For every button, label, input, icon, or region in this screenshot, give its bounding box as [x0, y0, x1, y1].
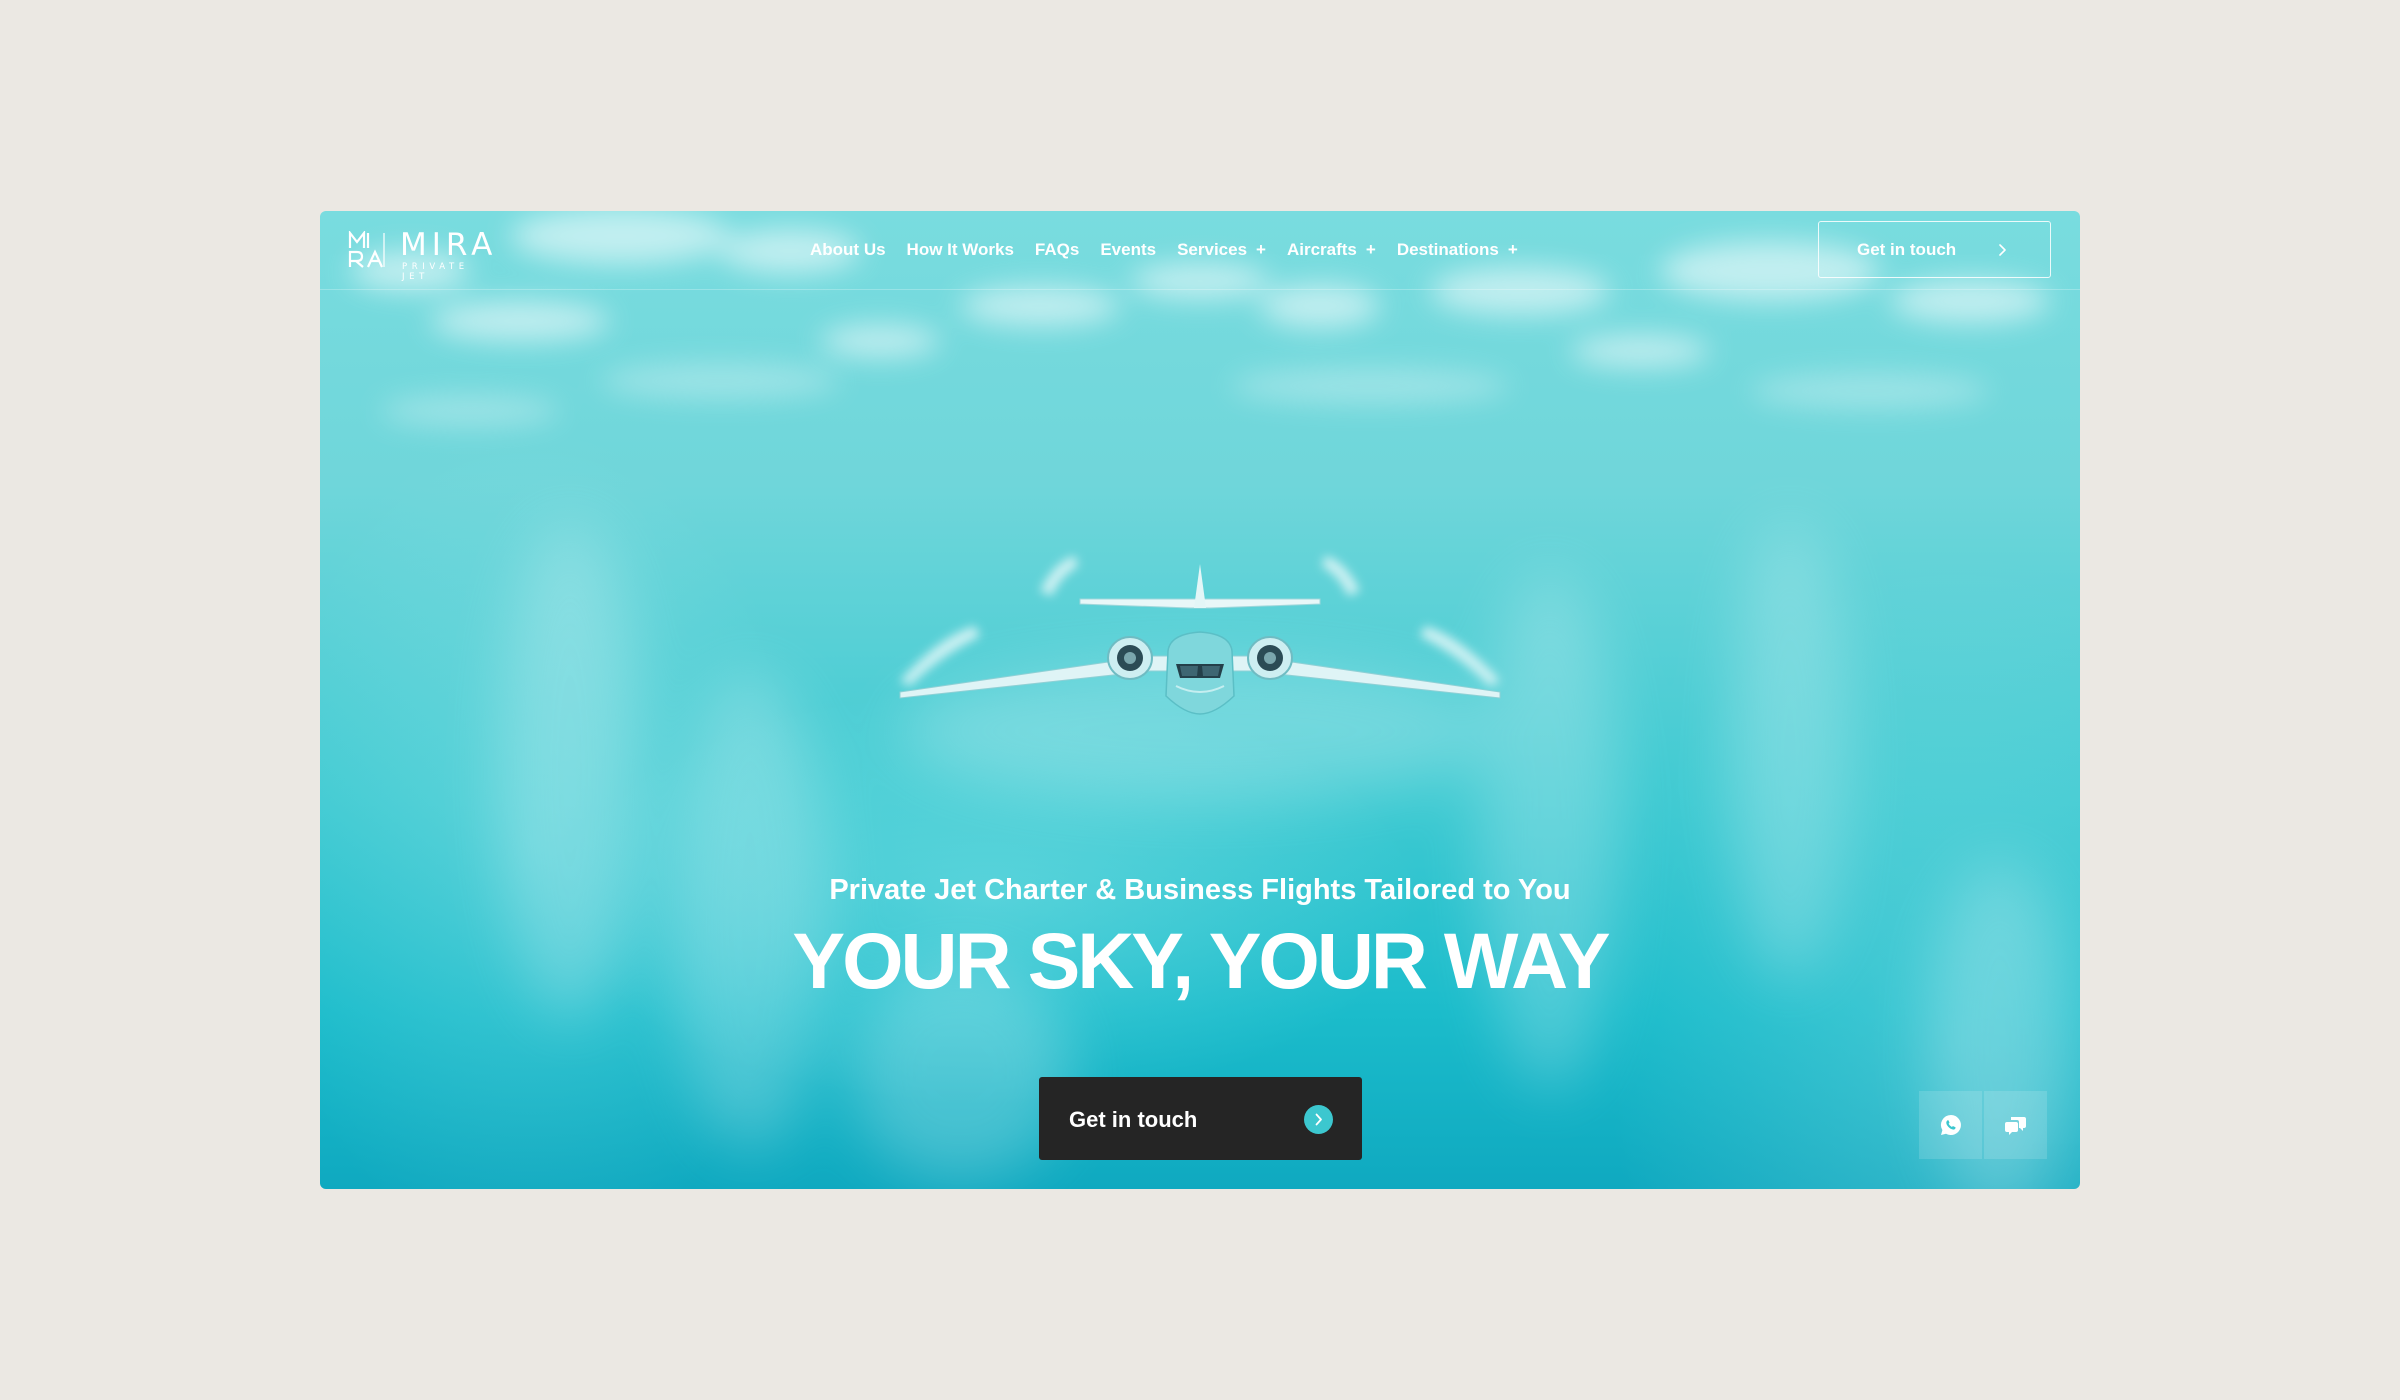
nav-item-services[interactable]: Services +	[1177, 240, 1266, 260]
mira-monogram-icon	[348, 231, 385, 268]
nav-item-destinations[interactable]: Destinations +	[1397, 240, 1518, 260]
main-menu: About Us How It Works FAQs Events Servic…	[810, 211, 1518, 289]
nav-item-faqs[interactable]: FAQs	[1035, 240, 1079, 260]
nav-item-label: Events	[1100, 240, 1157, 259]
top-navigation: MIRA PRIVATE JET About Us How It Works F…	[320, 211, 2080, 290]
hero-subtitle: Private Jet Charter & Business Flights T…	[829, 874, 1571, 906]
brand-logo[interactable]: MIRA PRIVATE JET	[348, 227, 498, 282]
nav-item-label: How It Works	[906, 240, 1014, 259]
nav-item-aircrafts[interactable]: Aircrafts +	[1287, 240, 1376, 260]
brand-tagline: PRIVATE JET	[402, 262, 469, 282]
nav-get-in-touch-button[interactable]: Get in touch	[1818, 221, 2051, 278]
private-jet-image	[899, 556, 1501, 715]
nav-cta-label: Get in touch	[1857, 239, 1957, 259]
plus-icon: +	[1256, 240, 1266, 259]
nav-item-events[interactable]: Events	[1100, 240, 1156, 260]
chat-button[interactable]	[1984, 1091, 2047, 1159]
chevron-right-icon	[1999, 244, 2006, 256]
plus-icon: +	[1365, 240, 1376, 259]
nav-item-label: FAQs	[1034, 240, 1080, 259]
floating-contact-buttons	[1919, 1091, 2049, 1159]
hero-title: YOUR SKY, YOUR WAY	[792, 916, 1610, 1005]
nav-item-label: Destinations	[1396, 240, 1499, 259]
whatsapp-icon	[1940, 1115, 1961, 1135]
chat-bubbles-icon	[2004, 1117, 2026, 1135]
nav-item-how-it-works[interactable]: How It Works	[907, 240, 1014, 260]
plus-icon: +	[1507, 240, 1518, 259]
hero-section: MIRA PRIVATE JET About Us How It Works F…	[320, 211, 2080, 1189]
brand-name: MIRA	[400, 227, 498, 263]
nav-item-label: About Us	[810, 240, 886, 259]
nav-item-label: Services	[1177, 240, 1248, 259]
hero-get-in-touch-button[interactable]: Get in touch	[1039, 1077, 1362, 1160]
nav-item-label: Aircrafts	[1286, 240, 1357, 259]
chevron-right-circle-icon	[1304, 1105, 1333, 1134]
nav-item-about-us[interactable]: About Us	[810, 240, 886, 260]
hero-cta-label: Get in touch	[1069, 1107, 1198, 1132]
whatsapp-button[interactable]	[1919, 1091, 1982, 1159]
